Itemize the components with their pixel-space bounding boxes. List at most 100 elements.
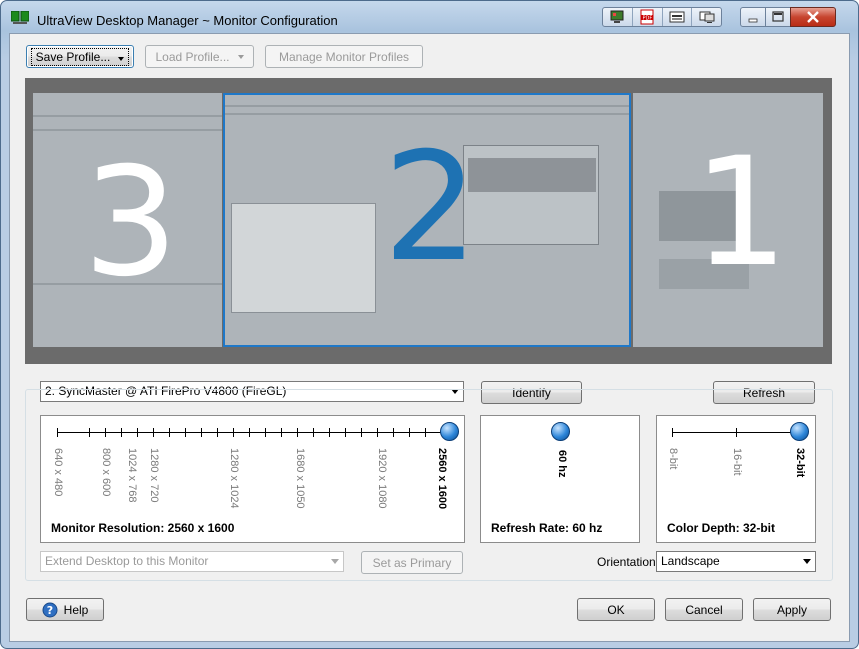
minimize-icon bbox=[748, 18, 758, 23]
color-depth-tick-label: 32-bit bbox=[794, 448, 806, 478]
resolution-tick bbox=[137, 428, 138, 437]
window-title: UltraView Desktop Manager ~ Monitor Conf… bbox=[37, 13, 338, 28]
resolution-tick-label: 800 x 600 bbox=[100, 448, 112, 497]
resolution-tick-label: 2560 x 1600 bbox=[436, 448, 448, 510]
color-depth-tick bbox=[672, 428, 673, 437]
resolution-tick bbox=[425, 428, 426, 437]
resolution-tick bbox=[313, 428, 314, 437]
resolution-tick bbox=[105, 428, 106, 437]
resolution-tick-label: 1280 x 1024 bbox=[228, 448, 240, 509]
close-icon bbox=[807, 11, 819, 23]
monitor-3-number: 3 bbox=[83, 136, 179, 310]
cancel-button[interactable]: Cancel bbox=[665, 598, 743, 621]
resolution-tick bbox=[249, 428, 250, 437]
title-bar: UltraView Desktop Manager ~ Monitor Conf… bbox=[1, 1, 858, 33]
resolution-tick bbox=[57, 428, 58, 437]
cancel-label: Cancel bbox=[685, 602, 723, 617]
refresh-rate-panel: 60 hz Refresh Rate: 60 hz bbox=[480, 415, 640, 543]
resolution-tick-label: 1024 x 768 bbox=[126, 448, 138, 503]
apply-label: Apply bbox=[776, 602, 808, 617]
apply-button[interactable]: Apply bbox=[753, 598, 831, 621]
minimize-button[interactable] bbox=[740, 7, 766, 27]
pdf-icon[interactable]: PDF bbox=[633, 8, 663, 26]
resolution-tick bbox=[265, 428, 266, 437]
monitor-3-tile[interactable]: 3 bbox=[33, 93, 222, 347]
resolution-panel: 640 x 480 800 x 600 1024 x 768 1280 x 720 12… bbox=[40, 415, 465, 543]
save-profile-button[interactable]: Save Profile... bbox=[26, 45, 134, 68]
resolution-tick bbox=[393, 428, 394, 437]
svg-text:?: ? bbox=[46, 604, 52, 617]
help-icon: ? bbox=[42, 602, 58, 617]
load-profile-label: Load Profile... bbox=[155, 49, 230, 64]
orientation-value: Landscape bbox=[661, 554, 720, 568]
resolution-tick-label: 640 x 480 bbox=[52, 448, 64, 497]
manage-profiles-button[interactable]: Manage Monitor Profiles bbox=[265, 45, 423, 68]
maximize-button[interactable] bbox=[765, 7, 791, 27]
resolution-tick bbox=[345, 428, 346, 437]
resolution-tick bbox=[217, 428, 218, 437]
color-depth-tick-label: 16-bit bbox=[730, 448, 743, 476]
resolution-tick bbox=[409, 428, 410, 437]
monitor-2-tile[interactable]: 2 bbox=[223, 93, 631, 347]
resolution-tick bbox=[377, 428, 378, 437]
resolution-tick bbox=[185, 428, 186, 437]
resolution-tick bbox=[329, 428, 330, 437]
resolution-tick bbox=[153, 428, 154, 437]
resolution-tick bbox=[121, 428, 122, 437]
monitor-1-tile[interactable]: 1 bbox=[633, 93, 823, 347]
color-depth-tick bbox=[735, 428, 737, 437]
maximize-icon bbox=[772, 11, 784, 22]
close-button[interactable] bbox=[790, 7, 836, 27]
load-profile-button[interactable]: Load Profile... bbox=[145, 45, 254, 68]
monitor-2-number: 2 bbox=[383, 121, 479, 295]
resolution-slider-track[interactable] bbox=[57, 432, 449, 433]
svg-text:PDF: PDF bbox=[643, 16, 653, 22]
resolution-tick-label: 1680 x 1050 bbox=[294, 448, 306, 509]
refresh-rate-slider-thumb[interactable] bbox=[551, 422, 570, 441]
resolution-tick bbox=[201, 428, 202, 437]
client-area: Save Profile... Load Profile... Manage M… bbox=[9, 33, 850, 642]
resolution-tick-label: 1920 x 1080 bbox=[376, 448, 388, 509]
manage-profiles-label: Manage Monitor Profiles bbox=[278, 49, 410, 64]
set-primary-button[interactable]: Set as Primary bbox=[361, 551, 463, 574]
resolution-tick bbox=[361, 428, 362, 437]
color-depth-caption: Color Depth: 32-bit bbox=[667, 521, 775, 535]
monitor-settings-icon[interactable] bbox=[692, 8, 721, 26]
chevron-down-icon bbox=[118, 56, 125, 61]
color-depth-tick-label: 8-bit bbox=[667, 448, 679, 470]
chevron-down-icon bbox=[237, 54, 244, 59]
resolution-tick bbox=[89, 428, 90, 437]
resolution-tick bbox=[297, 428, 298, 437]
chevron-down-icon bbox=[331, 559, 339, 564]
monitor-preview: 3 2 1 bbox=[25, 78, 832, 364]
taskbar-icon[interactable] bbox=[663, 8, 693, 26]
save-profile-label: Save Profile... bbox=[35, 49, 111, 64]
refresh-rate-caption: Refresh Rate: 60 hz bbox=[491, 521, 603, 535]
color-depth-slider-thumb[interactable] bbox=[790, 422, 809, 441]
chevron-down-icon bbox=[803, 559, 811, 564]
ok-label: OK bbox=[607, 602, 625, 617]
orientation-select[interactable]: Landscape bbox=[656, 551, 816, 572]
extend-desktop-select[interactable]: Extend Desktop to this Monitor bbox=[40, 551, 344, 572]
title-toolbar: PDF bbox=[602, 7, 722, 27]
ok-button[interactable]: OK bbox=[577, 598, 655, 621]
ultraview-thumbnail bbox=[463, 145, 599, 245]
resolution-caption: Monitor Resolution: 2560 x 1600 bbox=[51, 521, 235, 535]
help-button[interactable]: ? Help bbox=[26, 598, 104, 621]
refresh-rate-tick-label: 60 hz bbox=[556, 450, 568, 478]
resolution-slider-thumb[interactable] bbox=[440, 422, 459, 441]
monitor-config-icon[interactable] bbox=[603, 8, 633, 26]
orientation-label: Orientation: bbox=[597, 555, 660, 569]
app-icon bbox=[11, 11, 29, 24]
extend-desktop-value: Extend Desktop to this Monitor bbox=[45, 554, 209, 568]
set-primary-label: Set as Primary bbox=[372, 555, 452, 570]
color-depth-panel: 8-bit 16-bit 32-bit Color Depth: 32-bit bbox=[656, 415, 816, 543]
resolution-tick bbox=[233, 428, 234, 437]
help-label: Help bbox=[63, 602, 89, 617]
dialog-thumbnail bbox=[231, 203, 376, 313]
resolution-tick bbox=[169, 428, 170, 437]
app-window: UltraView Desktop Manager ~ Monitor Conf… bbox=[0, 0, 859, 649]
resolution-tick bbox=[281, 428, 282, 437]
resolution-tick-label: 1280 x 720 bbox=[148, 448, 160, 503]
monitor-1-number: 1 bbox=[693, 126, 789, 300]
